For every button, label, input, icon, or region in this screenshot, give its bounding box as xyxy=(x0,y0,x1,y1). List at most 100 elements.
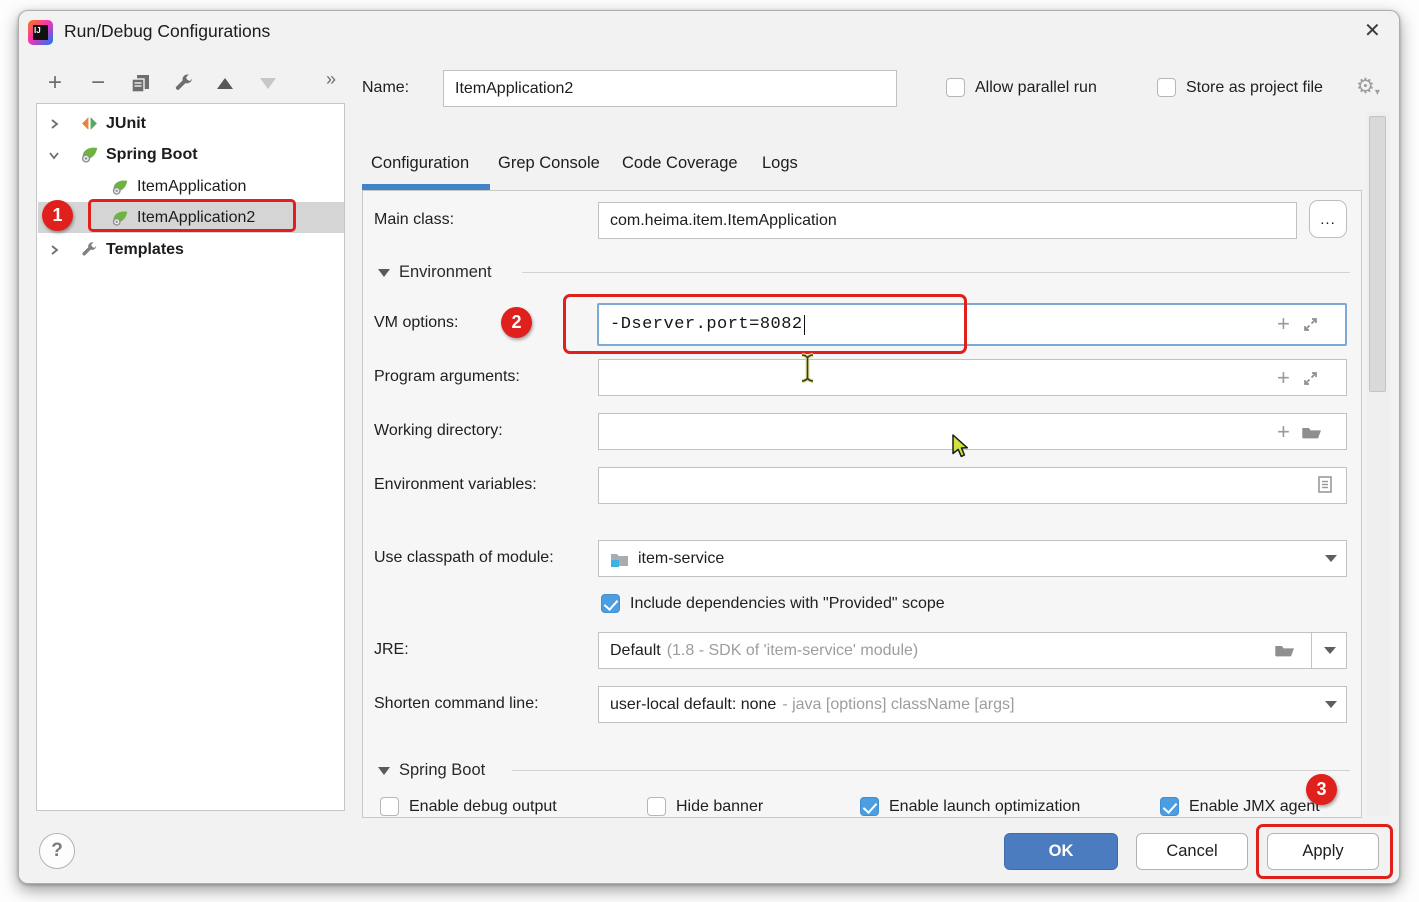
environment-section-header[interactable]: Environment xyxy=(378,263,492,282)
tree-item-spring-boot[interactable]: Spring Boot xyxy=(38,139,344,170)
variables-list-icon[interactable] xyxy=(1317,475,1333,494)
junit-icon xyxy=(79,114,99,134)
main-class-label: Main class: xyxy=(374,211,454,229)
tab-code-coverage[interactable]: Code Coverage xyxy=(620,150,740,177)
add-icon[interactable]: + xyxy=(1277,369,1290,387)
program-arguments-label: Program arguments: xyxy=(374,368,520,386)
checkbox-icon[interactable] xyxy=(1160,797,1179,816)
cancel-button[interactable]: Cancel xyxy=(1136,833,1248,870)
section-divider xyxy=(512,770,1350,771)
ok-button[interactable]: OK xyxy=(1004,833,1118,870)
classpath-module-combobox[interactable]: item-service xyxy=(598,540,1347,577)
plus-icon: + xyxy=(48,72,62,94)
folder-open-icon[interactable] xyxy=(1302,424,1322,440)
tab-grep-console[interactable]: Grep Console xyxy=(496,150,602,177)
tab-logs[interactable]: Logs xyxy=(760,150,800,177)
wrench-icon xyxy=(79,240,99,260)
shorten-command-line-combobox[interactable]: user-local default: none - java [options… xyxy=(598,686,1347,723)
dropdown-arrow-icon xyxy=(1324,647,1336,654)
dropdown-arrow-icon[interactable] xyxy=(1325,701,1337,708)
add-icon[interactable]: + xyxy=(1277,423,1290,441)
jre-hint: (1.8 - SDK of 'item-service' module) xyxy=(667,642,919,660)
tree-item-label: JUnit xyxy=(106,115,146,133)
chevron-down-icon[interactable] xyxy=(47,149,61,161)
classpath-module-label: Use classpath of module: xyxy=(374,549,554,567)
jre-dropdown-button[interactable] xyxy=(1311,633,1347,668)
tab-configuration[interactable]: Configuration xyxy=(369,150,471,177)
annotation-badge-1: 1 xyxy=(42,200,73,231)
working-directory-label: Working directory: xyxy=(374,422,503,440)
configuration-tab-panel xyxy=(362,190,1362,818)
add-icon[interactable]: + xyxy=(1277,315,1290,333)
spring-boot-section-header[interactable]: Spring Boot xyxy=(378,761,485,780)
tree-item-label: ItemApplication xyxy=(137,178,246,196)
chevron-right-icon[interactable] xyxy=(47,118,61,130)
tree-item-itemapplication[interactable]: ItemApplication xyxy=(38,171,344,202)
add-configuration-button[interactable]: + xyxy=(42,70,68,96)
enable-debug-output-label: Enable debug output xyxy=(409,798,557,816)
copy-configuration-button[interactable] xyxy=(127,70,153,96)
shorten-command-line-label: Shorten command line: xyxy=(374,695,539,713)
active-tab-indicator xyxy=(362,184,490,190)
working-directory-input[interactable] xyxy=(598,413,1347,450)
edit-templates-button[interactable] xyxy=(170,70,196,96)
scrollbar-thumb[interactable] xyxy=(1369,116,1386,392)
collapse-triangle-icon xyxy=(378,767,390,775)
allow-parallel-run-label: Allow parallel run xyxy=(975,79,1097,97)
collapse-triangle-icon xyxy=(378,269,390,277)
minus-icon: − xyxy=(91,72,105,94)
environment-variables-input[interactable] xyxy=(598,467,1347,504)
name-input[interactable] xyxy=(443,70,897,107)
jre-browse-icon-wrap xyxy=(1275,642,1295,658)
shorten-value: user-local default: none xyxy=(610,696,776,714)
checkbox-icon[interactable] xyxy=(601,594,620,613)
jre-value: Default xyxy=(610,642,661,660)
remove-configuration-button[interactable]: − xyxy=(85,70,111,96)
enable-launch-optimization-checkbox[interactable]: Enable launch optimization xyxy=(860,797,1080,816)
vm-options-input[interactable]: -Dserver.port=8082 xyxy=(597,303,1347,346)
browse-main-class-button[interactable]: ... xyxy=(1309,200,1347,238)
double-chevron-icon: » xyxy=(326,69,336,90)
jre-label: JRE: xyxy=(374,641,409,659)
gear-icon[interactable]: ⚙▾ xyxy=(1356,74,1380,99)
toolbar-more-button[interactable]: » xyxy=(318,66,344,92)
enable-debug-output-checkbox[interactable]: Enable debug output xyxy=(380,797,557,816)
spring-boot-icon xyxy=(110,208,130,228)
hide-banner-label: Hide banner xyxy=(676,798,763,816)
move-up-button[interactable] xyxy=(212,70,238,96)
close-icon[interactable]: ✕ xyxy=(1358,16,1387,45)
provided-scope-checkbox[interactable]: Include dependencies with "Provided" sco… xyxy=(601,594,945,613)
expand-icon[interactable] xyxy=(1302,316,1319,333)
jre-combobox[interactable]: Default (1.8 - SDK of 'item-service' mod… xyxy=(598,632,1347,669)
expand-icon[interactable] xyxy=(1302,370,1319,387)
working-directory-field-icons: + xyxy=(1277,423,1322,441)
tree-item-junit[interactable]: JUnit xyxy=(38,108,344,139)
intellij-logo-icon: IJ xyxy=(28,20,53,45)
annotation-badge-2: 2 xyxy=(501,307,532,338)
annotation-badge-3: 3 xyxy=(1306,774,1337,805)
checkbox-icon[interactable] xyxy=(380,797,399,816)
checkbox-icon[interactable] xyxy=(647,797,666,816)
move-down-button[interactable] xyxy=(255,70,281,96)
dropdown-arrow-icon[interactable] xyxy=(1325,555,1337,562)
checkbox-icon[interactable] xyxy=(1157,78,1176,97)
spring-boot-icon xyxy=(110,177,130,197)
main-class-input[interactable] xyxy=(598,202,1297,239)
section-divider xyxy=(522,272,1350,273)
program-arguments-input[interactable] xyxy=(598,359,1347,396)
environment-variables-label: Environment variables: xyxy=(374,476,537,494)
hide-banner-checkbox[interactable]: Hide banner xyxy=(647,797,763,816)
arrow-down-icon xyxy=(260,78,276,89)
checkbox-icon[interactable] xyxy=(860,797,879,816)
store-as-project-file-checkbox[interactable]: Store as project file xyxy=(1157,78,1323,97)
enable-jmx-agent-checkbox[interactable]: Enable JMX agent xyxy=(1160,797,1320,816)
tree-item-itemapplication2-selected[interactable]: ItemApplication2 xyxy=(38,202,344,233)
chevron-right-icon[interactable] xyxy=(47,244,61,256)
folder-open-icon[interactable] xyxy=(1275,642,1295,658)
checkbox-icon[interactable] xyxy=(946,78,965,97)
wrench-icon xyxy=(173,73,194,94)
allow-parallel-run-checkbox[interactable]: Allow parallel run xyxy=(946,78,1097,97)
tree-item-templates[interactable]: Templates xyxy=(38,234,344,265)
help-button[interactable]: ? xyxy=(39,833,75,869)
apply-button[interactable]: Apply xyxy=(1267,833,1379,870)
